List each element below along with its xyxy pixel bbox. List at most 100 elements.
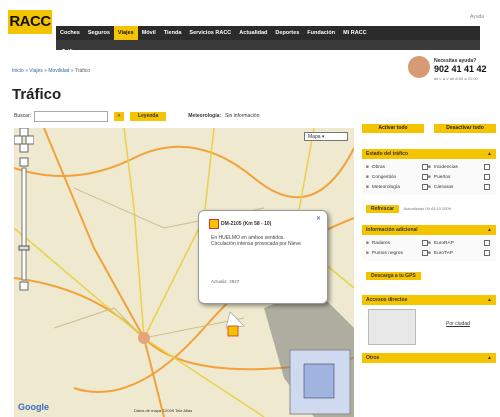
- help-callbox: Necesitas ayuda? 902 41 41 42 de L a V d…: [408, 56, 490, 88]
- nav-item-fundaci-n[interactable]: Fundación: [303, 26, 339, 40]
- mountain-pass-icon: ■: [428, 174, 431, 180]
- eurotap-icon: ■: [428, 250, 431, 256]
- callbox-phone: 902 41 41 42: [434, 64, 487, 74]
- deactivate-all-button[interactable]: Desactivar todo: [434, 124, 496, 133]
- zoom-control[interactable]: [14, 128, 34, 298]
- updated-text: Actualizado 09:43:10 2009: [403, 206, 451, 211]
- weather-info: Meteorología: Sin información: [188, 113, 259, 119]
- checkbox[interactable]: [484, 164, 490, 170]
- list-item[interactable]: ■ Incidencias: [428, 164, 490, 170]
- congestion-icon: ■: [366, 174, 369, 180]
- list-item[interactable]: ■ Puntos negros: [366, 250, 428, 256]
- list-item[interactable]: ■ EuroTAP: [428, 250, 490, 256]
- additional-info-header[interactable]: Información adicional ▲: [362, 225, 496, 235]
- gps-download-button[interactable]: Descarga a tu GPS: [366, 272, 421, 280]
- weather-label: Meteorología:: [188, 113, 222, 119]
- sub-nav: Tráfico: [56, 40, 480, 55]
- additional-info-list: ■ Radares ■ EuroRAP ■ Puntos negros ■ EuroTAP: [362, 235, 496, 261]
- nav-item-actualidad[interactable]: Actualidad: [235, 26, 271, 40]
- camera-icon: ■: [428, 184, 431, 190]
- breadcrumb-viajes[interactable]: Viajes: [29, 68, 43, 74]
- nav-item-coches[interactable]: Coches: [56, 26, 84, 40]
- refresh-row: Refrescar Actualizado 09:43:10 2009: [362, 195, 496, 217]
- chevron-up-icon: ▲: [487, 227, 492, 233]
- item-label: Incidencias: [433, 164, 458, 170]
- nav-item-seguros[interactable]: Seguros: [84, 26, 114, 40]
- shortcuts-title: Accesos directos: [366, 297, 408, 303]
- page-title: Tráfico: [12, 86, 62, 103]
- by-city-link[interactable]: Por ciudad: [446, 321, 470, 327]
- breadcrumb: Inicio » Viajes » Movilidad » Tráfico: [12, 68, 91, 74]
- list-item[interactable]: ■ EuroRAP: [428, 240, 490, 246]
- right-panel: Activar todo Desactivar todo Estado del …: [362, 124, 496, 363]
- traffic-status-title: Estado del tráfico: [366, 151, 408, 157]
- weather-icon: ■: [366, 184, 369, 190]
- popup-title: DM-2105 (Km 58 - 10): [221, 221, 272, 227]
- city-map-thumbnail[interactable]: [368, 309, 416, 345]
- help-link[interactable]: Ayuda: [470, 14, 484, 20]
- list-row: ■ Puntos negros ■ EuroTAP: [366, 248, 492, 258]
- checkbox[interactable]: [484, 250, 490, 256]
- item-label: EuroTAP: [433, 250, 454, 256]
- list-row: ■ Congestión ■ Puertos: [366, 172, 492, 182]
- checkbox[interactable]: [484, 240, 490, 246]
- list-row: ■ Meteorología ■ Cámaras: [366, 182, 492, 192]
- map-type-select[interactable]: Mapa ▾: [304, 132, 348, 141]
- additional-info-title: Información adicional: [366, 227, 418, 233]
- breadcrumb-current: Tráfico: [74, 68, 91, 74]
- nav-item-deportes[interactable]: Deportes: [271, 26, 303, 40]
- search-label: Buscar:: [14, 113, 31, 119]
- list-item[interactable]: ■ Puertos: [428, 174, 490, 180]
- breadcrumb-home[interactable]: Inicio: [12, 68, 24, 74]
- item-label: Obras: [371, 164, 385, 170]
- eurorap-icon: ■: [428, 240, 431, 246]
- search-button[interactable]: »: [113, 111, 124, 121]
- roadworks-icon: [209, 219, 219, 229]
- search-bar: Buscar: » Leyenda Meteorología: Sin infor…: [14, 110, 260, 122]
- nav-item-tienda[interactable]: Tienda: [160, 26, 186, 40]
- item-label: Meteorología: [371, 184, 400, 190]
- popup-footer: Actualiz. 2827: [211, 279, 240, 284]
- others-header[interactable]: Otros ▲: [362, 353, 496, 363]
- others-title: Otros: [366, 355, 380, 361]
- item-label: Puertos: [433, 174, 451, 180]
- roadworks-icon: ■: [366, 164, 369, 170]
- list-row: ■ Radares ■ EuroRAP: [366, 238, 492, 248]
- traffic-map[interactable]: Mapa ▾ DM-2105 (Km 58 - 10) ✕ En HUELMO …: [14, 128, 354, 417]
- checkbox[interactable]: [484, 174, 490, 180]
- legend-button[interactable]: Leyenda: [129, 111, 167, 121]
- item-label: Radares: [371, 240, 391, 246]
- traffic-status-list: ■ Obras ■ Incidencias ■ Congestión ■ Puertos ■ Me…: [362, 159, 496, 195]
- nav-item-viajes[interactable]: Viajes: [113, 26, 138, 40]
- radar-icon: ■: [366, 240, 369, 246]
- shortcuts-body: Por ciudad: [362, 305, 496, 347]
- nav-item-m-vil[interactable]: Móvil: [138, 26, 160, 40]
- breadcrumb-movilidad[interactable]: Movilidad: [48, 68, 69, 74]
- list-item[interactable]: ■ Cámaras: [428, 184, 490, 190]
- refresh-button[interactable]: Refrescar: [366, 205, 400, 213]
- search-input[interactable]: [33, 110, 108, 122]
- list-item[interactable]: ■ Obras: [366, 164, 428, 170]
- list-item[interactable]: ■ Congestión: [366, 174, 428, 180]
- map-type-label: Mapa: [308, 134, 321, 140]
- checkbox[interactable]: [484, 184, 490, 190]
- close-icon[interactable]: ✕: [316, 215, 321, 222]
- list-item[interactable]: ■ Radares: [366, 240, 428, 246]
- incident-popup: DM-2105 (Km 58 - 10) ✕ En HUELMO en ambo…: [198, 210, 328, 304]
- subnav-item-trafico[interactable]: Tráfico: [56, 49, 78, 55]
- shortcuts-header[interactable]: Accesos directos ▲: [362, 295, 496, 305]
- activate-all-button[interactable]: Activar todo: [362, 124, 424, 133]
- list-item[interactable]: ■ Meteorología: [366, 184, 428, 190]
- nav-item-servicios-racc[interactable]: Servicios RACC: [185, 26, 235, 40]
- traffic-status-header[interactable]: Estado del tráfico ▲: [362, 149, 496, 159]
- nav-item-mi-racc[interactable]: Mi RACC: [339, 26, 371, 40]
- chevron-down-icon: ▾: [321, 134, 325, 140]
- google-logo: Google: [18, 402, 49, 412]
- chevron-up-icon: ▲: [487, 151, 492, 157]
- warning-icon: ■: [428, 164, 431, 170]
- racc-logo[interactable]: RACC: [8, 10, 52, 34]
- item-label: Puntos negros: [371, 250, 403, 256]
- popup-text: En HUELMO en ambos sentidos. Circulación …: [211, 235, 321, 247]
- item-label: EuroRAP: [433, 240, 454, 246]
- chevron-up-icon: ▲: [487, 355, 492, 361]
